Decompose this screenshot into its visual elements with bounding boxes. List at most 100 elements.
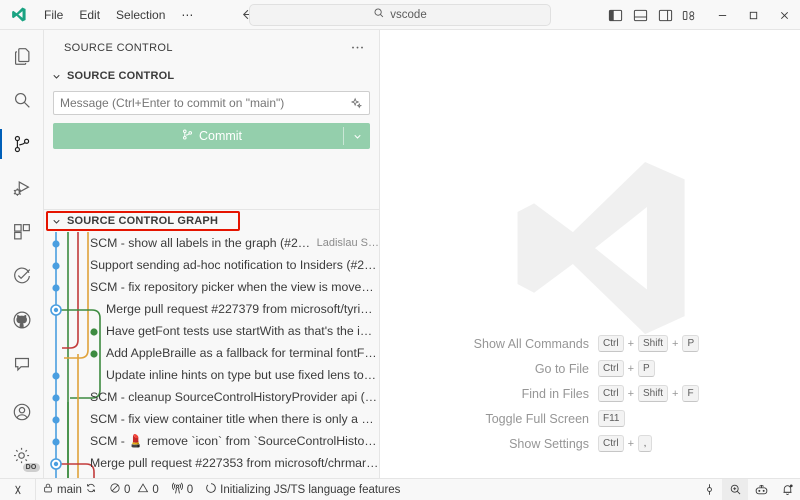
status-ports[interactable]: 0: [165, 479, 199, 500]
shortcut-show-settings: Show Settings Ctrl + ,: [460, 435, 720, 452]
ellipsis-icon[interactable]: [350, 40, 371, 55]
activity-extensions[interactable]: [0, 210, 44, 254]
commit-button-label: Commit: [199, 129, 242, 143]
sparkle-icon[interactable]: [350, 97, 363, 110]
status-copilot-icon[interactable]: [748, 479, 774, 500]
shortcut-keys: Ctrl + Shift + F: [598, 385, 720, 402]
source-control-graph-list[interactable]: SCM - show all labels in the graph (#227…: [44, 232, 379, 478]
minimize-button[interactable]: [707, 0, 738, 30]
toggle-secondary-sidebar-icon[interactable]: [654, 4, 676, 26]
activity-run-debug[interactable]: [0, 166, 44, 210]
table-row[interactable]: SCM - show all labels in the graph (#227…: [44, 232, 379, 254]
status-problems[interactable]: 0 0: [103, 479, 165, 500]
commit-dropdown-caret[interactable]: [344, 123, 370, 149]
commit-message-wrap: Message (Ctrl+Enter to commit on "main"): [44, 87, 379, 115]
status-bar: main 0 0 0 Initializing JS/T: [0, 478, 800, 500]
kbd-shift: Shift: [638, 385, 668, 402]
status-zoom-icon[interactable]: [722, 479, 748, 500]
kbd-ctrl: Ctrl: [598, 335, 624, 352]
section-source-control-header[interactable]: SOURCE CONTROL: [44, 65, 379, 87]
sidebar-title-label: SOURCE CONTROL: [64, 42, 173, 54]
commit-button[interactable]: Commit: [53, 123, 370, 149]
sidebar-scrollbar[interactable]: [369, 232, 379, 478]
kbd-ctrl: Ctrl: [598, 385, 624, 402]
menu-edit[interactable]: Edit: [71, 5, 108, 25]
shortcut-label: Show All Commands: [460, 337, 598, 351]
table-row[interactable]: Merge pull request #227353 from microsof…: [44, 452, 379, 474]
warning-count: 0: [152, 484, 158, 496]
status-notifications-icon[interactable]: [774, 479, 800, 500]
status-task-label: Initializing JS/TS language features: [220, 484, 400, 496]
close-button[interactable]: [769, 0, 800, 30]
table-row[interactable]: SCM - 💄 remove `icon` from `SourceContro…: [44, 430, 379, 452]
shortcut-keys: Ctrl + Shift + P: [598, 335, 720, 352]
customize-layout-icon[interactable]: [679, 4, 701, 26]
commit-message: Add AppleBraille as a fallback for termi…: [106, 346, 379, 360]
activity-explorer[interactable]: [0, 34, 44, 78]
commit-button-wrap: Commit: [44, 115, 379, 157]
status-branch[interactable]: main: [36, 479, 103, 500]
search-icon: [373, 6, 385, 24]
status-task[interactable]: Initializing JS/TS language features: [199, 479, 406, 500]
shortcut-label: Show Settings: [460, 437, 598, 451]
toggle-primary-sidebar-icon[interactable]: [604, 4, 626, 26]
table-row[interactable]: SCM - cleanup SourceControlHistoryProvid…: [44, 386, 379, 408]
error-count: 0: [124, 484, 130, 496]
vscode-window: File Edit Selection ⋯ vscode: [0, 0, 800, 500]
commit-message: Support sending ad-hoc notification to I…: [90, 258, 379, 272]
kbd-f: F: [682, 385, 698, 402]
editor-area: Show All Commands Ctrl + Shift + P Go to…: [380, 30, 800, 478]
plus-sign: +: [628, 388, 634, 400]
sidebar-spacer: [44, 157, 379, 209]
radio-tower-icon: [171, 482, 184, 498]
table-row[interactable]: Merge pull request #227379 from microsof…: [44, 298, 379, 320]
sidebar-title: SOURCE CONTROL: [44, 30, 379, 65]
remote-host-icon[interactable]: [0, 479, 36, 500]
layout-controls: [604, 4, 707, 26]
activity-search[interactable]: [0, 78, 44, 122]
section-graph-header[interactable]: SOURCE CONTROL GRAPH: [44, 210, 379, 232]
activity-bar: DO: [0, 30, 44, 478]
activity-accounts[interactable]: [0, 390, 44, 434]
commit-message-input[interactable]: Message (Ctrl+Enter to commit on "main"): [53, 91, 370, 115]
commit-message: Merge pull request #227353 from microsof…: [90, 456, 379, 470]
activity-testing[interactable]: [0, 254, 44, 298]
shortcut-label: Go to File: [460, 362, 598, 376]
commit-message: SCM - fix repository picker when the vie…: [90, 280, 379, 294]
table-row[interactable]: SCM - fix repository picker when the vie…: [44, 276, 379, 298]
kbd-shift: Shift: [638, 335, 668, 352]
plus-sign: +: [628, 363, 634, 375]
table-row[interactable]: Revert "Merge pull request #227244 from …: [44, 474, 379, 478]
table-row[interactable]: Have getFont tests use startWith as that…: [44, 320, 379, 342]
table-row[interactable]: Add AppleBraille as a fallback for termi…: [44, 342, 379, 364]
vscode-logo-icon: [0, 6, 36, 23]
commit-message: SCM - cleanup SourceControlHistoryProvid…: [90, 390, 379, 404]
activity-settings[interactable]: DO: [0, 434, 44, 478]
error-icon: [109, 482, 121, 497]
activity-source-control[interactable]: [0, 122, 44, 166]
quick-search-text: vscode: [390, 9, 426, 21]
commit-message: Update inline hints on type but use fixe…: [106, 368, 379, 382]
shortcut-keys: F11: [598, 410, 720, 427]
ports-count: 0: [187, 484, 193, 496]
quick-search-bar[interactable]: vscode: [249, 4, 551, 26]
kbd-comma: ,: [638, 435, 652, 452]
menu-selection[interactable]: Selection: [108, 5, 173, 25]
toggle-panel-icon[interactable]: [629, 4, 651, 26]
activity-github[interactable]: [0, 298, 44, 342]
status-editor-icon[interactable]: [696, 479, 722, 500]
menu-more[interactable]: ⋯: [173, 5, 201, 25]
primary-sidebar: SOURCE CONTROL SOURCE CONTROL Message (C…: [44, 30, 380, 478]
sync-icon[interactable]: [85, 482, 97, 497]
table-row[interactable]: Support sending ad-hoc notification to I…: [44, 254, 379, 276]
kbd-ctrl: Ctrl: [598, 360, 624, 377]
table-row[interactable]: SCM - fix view container title when ther…: [44, 408, 379, 430]
maximize-button[interactable]: [738, 0, 769, 30]
activity-chat[interactable]: [0, 342, 44, 386]
menu-file[interactable]: File: [36, 5, 71, 25]
table-row[interactable]: Update inline hints on type but use fixe…: [44, 364, 379, 386]
status-branch-label: main: [57, 484, 82, 496]
plus-sign: +: [672, 338, 678, 350]
section-source-control-label: SOURCE CONTROL: [67, 70, 174, 82]
shortcut-toggle-full-screen: Toggle Full Screen F11: [460, 410, 720, 427]
